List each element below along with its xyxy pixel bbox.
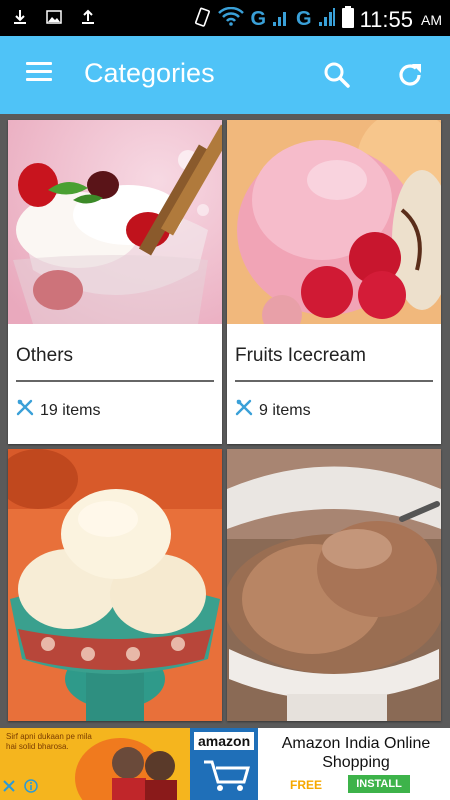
battery-icon bbox=[341, 6, 354, 33]
network-type-1: G bbox=[250, 8, 267, 30]
utensils-icon bbox=[235, 399, 253, 422]
download-icon bbox=[12, 8, 28, 26]
category-card-vanilla[interactable] bbox=[8, 449, 222, 721]
search-icon[interactable] bbox=[322, 60, 352, 90]
item-count-label: 9 items bbox=[259, 401, 311, 419]
status-bar: G G 11:55 AM bbox=[0, 0, 450, 36]
category-name: Fruits Icecream bbox=[235, 345, 366, 366]
divider bbox=[235, 380, 433, 382]
image-icon bbox=[46, 8, 62, 26]
upload-icon bbox=[80, 8, 96, 26]
category-card-others[interactable]: Others 19 items bbox=[8, 120, 222, 444]
app-bar: Categories bbox=[0, 36, 450, 114]
ad-close-icon[interactable] bbox=[2, 779, 16, 798]
category-card-fruits-icecream[interactable]: Fruits Icecream 9 items bbox=[227, 120, 441, 444]
utensils-icon bbox=[16, 399, 34, 422]
item-count: 9 items bbox=[235, 399, 311, 422]
wifi-icon bbox=[218, 6, 245, 32]
vanilla-ice-cream-image bbox=[8, 449, 222, 721]
signal-icon bbox=[272, 7, 290, 32]
signal-icon-2 bbox=[318, 7, 336, 32]
category-name: Others bbox=[16, 345, 74, 366]
clock-ampm: AM bbox=[421, 11, 442, 28]
clock-time: 11:55 bbox=[359, 6, 413, 32]
install-button[interactable]: INSTALL bbox=[348, 775, 410, 793]
item-count: 19 items bbox=[16, 399, 100, 422]
network-type-2: G bbox=[296, 8, 312, 30]
ad-free-label: FREE bbox=[290, 778, 323, 792]
strawberry-ice-cream-image bbox=[227, 120, 441, 324]
ad-title: Amazon India Online Shopping bbox=[281, 735, 431, 771]
item-count-label: 19 items bbox=[40, 401, 101, 419]
menu-icon[interactable] bbox=[26, 62, 52, 84]
ad-info-icon[interactable] bbox=[24, 779, 38, 798]
chocolate-ice-cream-image bbox=[227, 449, 441, 721]
ad-left-text: Sirf apni dukaan pe mila hai solid bharo… bbox=[6, 732, 92, 751]
vibrate-icon bbox=[192, 6, 212, 33]
ice-cream-sundae-image bbox=[8, 120, 222, 324]
ad-banner[interactable]: Sirf apni dukaan pe mila hai solid bharo… bbox=[0, 728, 450, 800]
divider bbox=[16, 380, 214, 382]
ad-image: Sirf apni dukaan pe mila hai solid bharo… bbox=[0, 728, 190, 800]
category-card-chocolate[interactable] bbox=[227, 449, 441, 721]
page-title: Categories bbox=[84, 58, 215, 88]
amazon-app-icon: amazon bbox=[190, 728, 258, 800]
refresh-icon[interactable] bbox=[395, 60, 425, 90]
